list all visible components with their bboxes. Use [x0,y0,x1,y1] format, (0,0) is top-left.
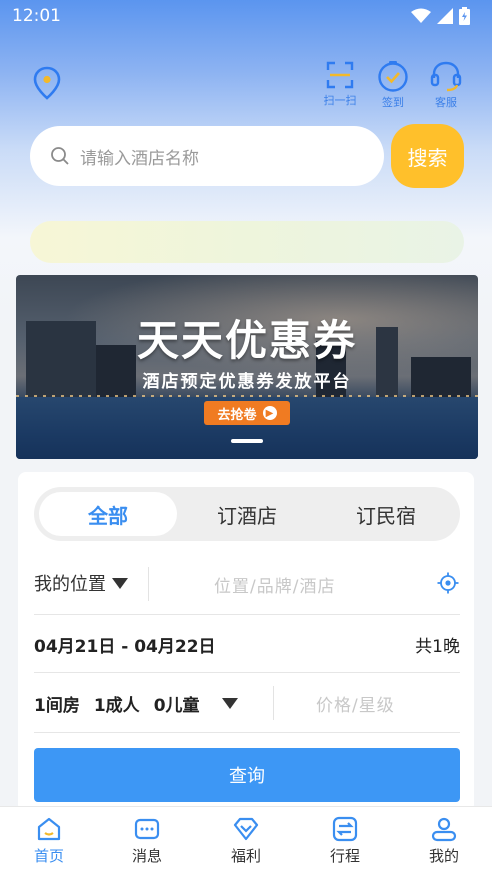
tab-homestay[interactable]: 订民宿 [317,492,455,536]
date-row[interactable]: 04月21日 - 04月22日 共1晚 [34,632,460,658]
status-time: 12:01 [12,6,61,26]
divider [34,614,460,615]
notice-strip [30,221,464,263]
nav-welfare[interactable]: 福利 [216,815,276,866]
rooms-count: 1间房 [34,696,80,716]
banner-subtitle: 酒店预定优惠券发放平台 [142,372,352,392]
tab-hotel[interactable]: 订酒店 [178,492,316,536]
chevron-right-icon: ▶ [262,406,277,420]
nav-messages-label: 消息 [131,847,162,865]
nights-count: 共1晚 [415,637,460,657]
search-button[interactable]: 搜索 [391,124,464,188]
location-button[interactable] [32,66,62,100]
gift-icon [233,817,259,841]
booking-card: 全部 订酒店 订民宿 我的位置 位置/品牌/酒店 04月21日 - 04月22日… [18,472,474,812]
date-range: 04月21日 - 04月22日 [34,637,216,657]
children-count: 0儿童 [153,696,200,716]
carousel-indicator [231,439,263,443]
signal-icon [437,8,453,24]
search-placeholder: 请输入酒店名称 [80,148,199,169]
home-icon [37,817,61,841]
scan-icon [326,61,354,89]
customer-service-button[interactable]: 客服 [424,60,468,110]
nav-home[interactable]: 首页 [19,815,79,866]
battery-icon [459,7,470,25]
locate-icon[interactable] [437,572,459,594]
my-location-selector[interactable]: 我的位置 [34,570,128,596]
itinerary-icon [332,816,358,842]
nav-itinerary[interactable]: 行程 [315,815,375,866]
nav-welfare-label: 福利 [230,847,261,865]
nav-messages[interactable]: 消息 [117,815,177,866]
location-pin-icon [33,66,61,100]
divider [34,672,460,673]
tab-all[interactable]: 全部 [39,492,177,536]
price-star-input[interactable]: 价格/星级 [316,691,395,716]
nav-profile[interactable]: 我的 [414,815,474,866]
caret-down-icon [112,577,128,589]
caret-down-icon [221,698,238,709]
adults-count: 1成人 [93,696,140,716]
nav-itinerary-label: 行程 [329,847,360,865]
bottom-nav: 首页 消息 福利 行程 我的 [0,806,492,875]
query-button[interactable]: 查询 [34,748,460,802]
nav-home-label: 首页 [33,847,64,865]
scan-button[interactable]: 扫一扫 [318,60,362,108]
scan-label: 扫一扫 [323,94,357,107]
profile-icon [431,817,457,842]
customer-service-label: 客服 [435,96,457,109]
banner-cta-button[interactable]: 去抢卷 ▶ [204,401,290,425]
checkin-button[interactable]: 签到 [371,60,415,110]
my-location-label: 我的位置 [34,574,106,595]
guest-row: 1间房 1成人 0儿童 [34,691,460,717]
headset-icon [430,61,462,92]
message-icon [134,818,160,840]
room-guest-selector[interactable]: 1间房 1成人 0儿童 [34,691,238,716]
divider [148,567,149,601]
wifi-icon [411,8,431,23]
booking-tabs: 全部 订酒店 订民宿 [34,487,460,541]
checkin-icon [378,61,408,92]
status-bar: 12:01 [0,0,492,34]
divider [273,686,274,720]
promo-banner[interactable]: 天天优惠券 酒店预定优惠券发放平台 去抢卷 ▶ [16,275,478,459]
banner-cta-label: 去抢卷 [217,407,257,423]
checkin-label: 签到 [382,96,404,109]
search-icon [51,147,69,165]
status-icons [411,7,470,25]
nav-profile-label: 我的 [428,847,459,865]
divider [34,732,460,733]
destination-input[interactable]: 位置/品牌/酒店 [214,572,335,597]
search-input[interactable]: 请输入酒店名称 [30,126,384,186]
banner-title: 天天优惠券 [136,316,357,365]
